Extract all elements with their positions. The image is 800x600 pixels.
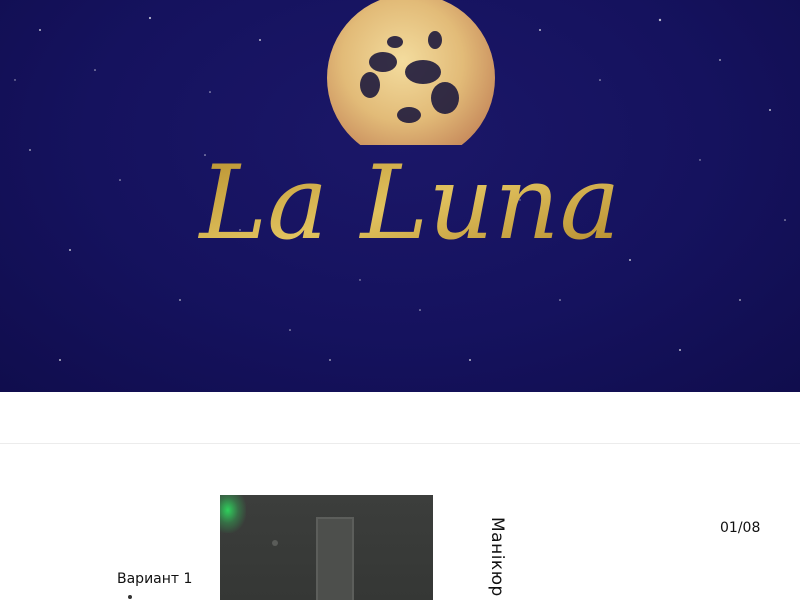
section-divider — [0, 443, 800, 444]
gallery-photo[interactable] — [220, 495, 433, 600]
logo-wordmark: La Luna — [198, 144, 621, 263]
dot-icon — [128, 595, 132, 599]
slide-counter: 01/08 — [720, 520, 761, 536]
photo-detail — [272, 540, 278, 546]
gallery-title: Манікюр — [487, 517, 507, 597]
photo-light — [220, 495, 246, 533]
photo-shelf — [316, 517, 354, 600]
svg-text:La Luna: La Luna — [198, 144, 621, 263]
hero-banner: La Luna — [0, 0, 800, 392]
variant-label[interactable]: Вариант 1 — [117, 571, 192, 587]
